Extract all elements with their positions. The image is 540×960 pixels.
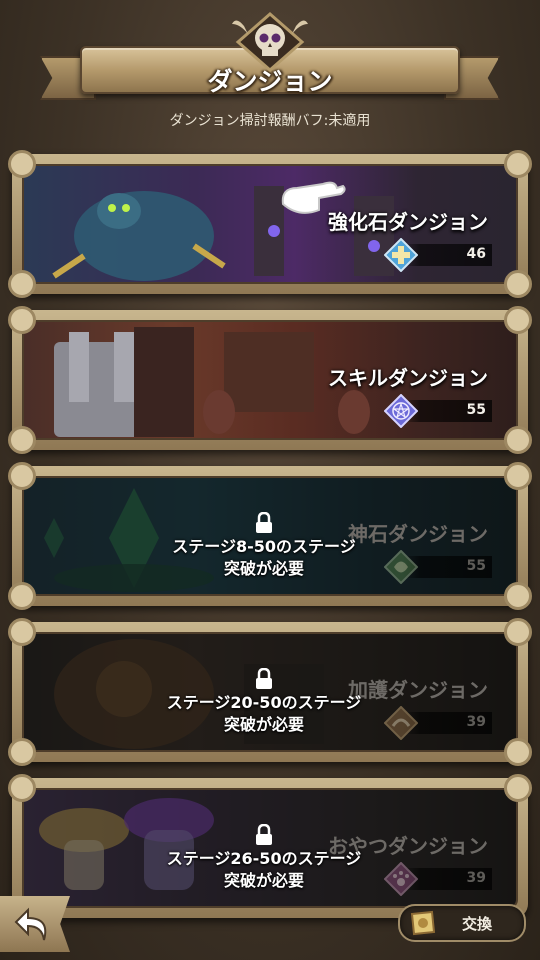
dungeon-name: 強化石ダンジョン bbox=[328, 210, 488, 234]
tutorial-hand-pointer-icon bbox=[281, 181, 346, 214]
lock-requirement-line2: 突破が必要 bbox=[223, 715, 304, 734]
exchange-token-icon bbox=[410, 910, 436, 936]
back-button[interactable] bbox=[0, 896, 70, 952]
dungeon-card-snack[interactable]: おやつダンジョン 39 ステージ26-50のステージ 突破が必要 bbox=[8, 774, 532, 918]
dungeon-card-enhance-stone[interactable]: 強化石ダンジョン 46 bbox=[8, 150, 532, 298]
lock-requirement: ステージ8-50のステージ 突破が必要 bbox=[144, 512, 384, 580]
dungeon-count: 39 bbox=[466, 870, 486, 886]
dungeon-name: スキルダンジョン bbox=[328, 366, 488, 390]
skull-crest-icon bbox=[232, 12, 308, 72]
dungeon-card-skill[interactable]: スキルダンジョン 55 bbox=[8, 306, 532, 454]
lock-icon bbox=[256, 668, 272, 689]
lock-requirement-line1: ステージ20-50のステージ bbox=[166, 693, 362, 712]
blessing-gem-icon bbox=[384, 706, 418, 740]
dungeon-count: 55 bbox=[466, 402, 486, 418]
lock-icon bbox=[256, 824, 272, 845]
exchange-button[interactable]: 交換 bbox=[398, 904, 526, 942]
lock-icon bbox=[256, 512, 272, 533]
buff-status-text: ダンジョン掃討報酬バフ:未適用 bbox=[169, 113, 371, 129]
lock-requirement: ステージ20-50のステージ 突破が必要 bbox=[144, 668, 384, 736]
dungeon-count: 55 bbox=[466, 558, 486, 574]
lock-requirement-line2: 突破が必要 bbox=[223, 559, 304, 578]
spirit-gem-icon bbox=[384, 550, 418, 584]
dungeon-count: 46 bbox=[466, 246, 486, 262]
lock-requirement-line1: ステージ8-50のステージ bbox=[172, 537, 356, 556]
dungeon-card-protection[interactable]: 加護ダンジョン 39 ステージ20-50のステージ 突破が必要 bbox=[8, 618, 532, 766]
lock-requirement-line1: ステージ26-50のステージ bbox=[166, 849, 362, 868]
plus-gem-icon bbox=[384, 238, 418, 272]
exchange-label: 交換 bbox=[462, 915, 493, 933]
back-arrow-icon bbox=[14, 907, 47, 941]
pentagram-gem-icon bbox=[384, 394, 418, 428]
lock-requirement: ステージ26-50のステージ 突破が必要 bbox=[144, 824, 384, 892]
dungeon-card-divine-stone[interactable]: 神石ダンジョン 55 ステージ8-50のステージ 突破が必要 bbox=[8, 462, 532, 610]
dungeon-count: 39 bbox=[466, 714, 486, 730]
lock-requirement-line2: 突破が必要 bbox=[223, 871, 304, 890]
paw-gem-icon bbox=[384, 862, 418, 896]
